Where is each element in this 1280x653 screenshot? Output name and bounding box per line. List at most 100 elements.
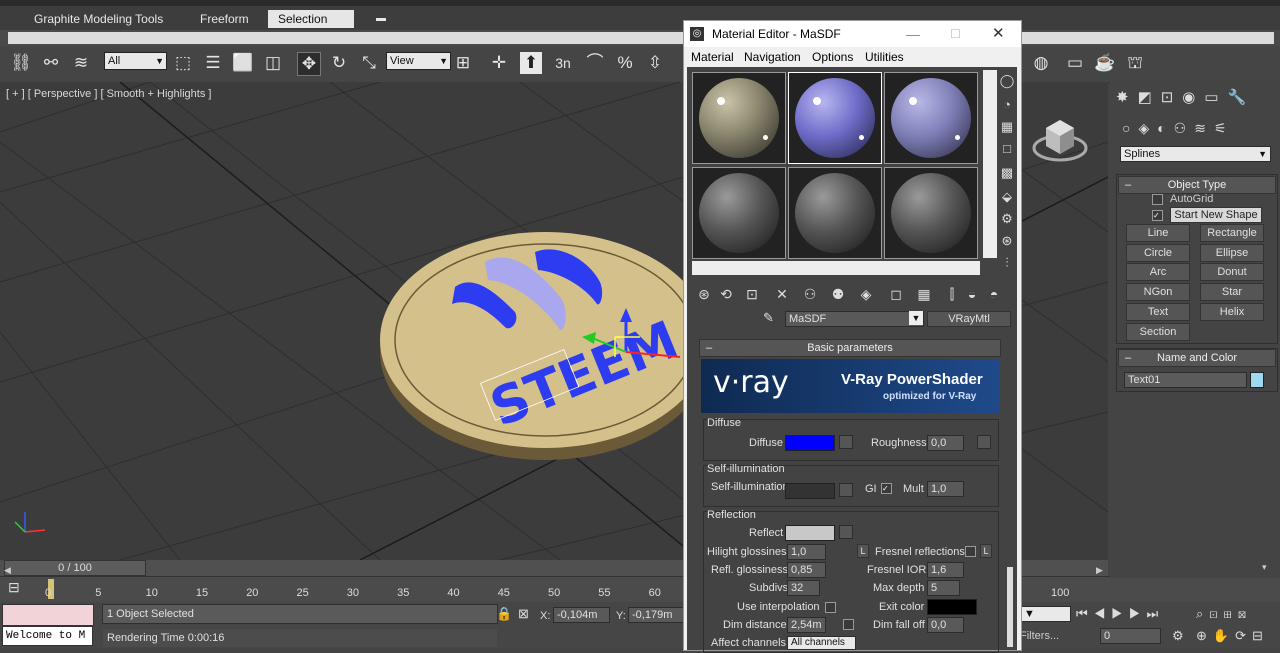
angle-snap-icon[interactable]: ⌒: [584, 52, 606, 74]
select-by-material-icon[interactable]: ⊛: [999, 233, 1015, 249]
select-manipulate-icon[interactable]: ✛: [488, 52, 510, 74]
pick-material-icon[interactable]: ✎: [763, 310, 774, 326]
name-color-rollout-title[interactable]: – Name and Color: [1118, 349, 1276, 367]
shape-button-donut[interactable]: Donut: [1200, 263, 1264, 282]
self-illumination-map-button[interactable]: [839, 483, 853, 497]
material-map-navigator-icon[interactable]: ⫶: [999, 255, 1015, 271]
material-slot-6[interactable]: [884, 167, 978, 259]
subdivs-field[interactable]: 32: [787, 580, 820, 596]
tab-freeform[interactable]: Freeform: [190, 10, 259, 28]
start-new-shape-button[interactable]: Start New Shape: [1170, 207, 1262, 223]
material-slot-5[interactable]: [788, 167, 882, 259]
y-coordinate-field[interactable]: -0,179m: [628, 607, 685, 623]
keyboard-shortcut-override-icon[interactable]: ⬆: [520, 52, 542, 74]
select-by-name-icon[interactable]: ☰: [202, 52, 224, 74]
percent-snap-icon[interactable]: %: [614, 52, 636, 74]
command-panel-tabs[interactable]: ✸◩⊡◉▭🔧: [1116, 88, 1255, 106]
material-name-dropdown-icon[interactable]: ▼: [909, 311, 923, 325]
lock-selection-icon[interactable]: 🔒: [496, 606, 512, 622]
time-slider[interactable]: 0 / 100: [4, 560, 146, 576]
viewport-label[interactable]: [ + ] [ Perspective ] [ Smooth + Highlig…: [6, 88, 211, 100]
max-depth-field[interactable]: 5: [927, 580, 960, 596]
go-to-parent-icon[interactable]: ◒: [963, 285, 981, 303]
shape-button-text[interactable]: Text: [1126, 302, 1190, 321]
menu-utilities[interactable]: Utilities: [865, 47, 904, 67]
put-material-icon[interactable]: ⟲: [717, 285, 735, 303]
shape-button-star[interactable]: Star: [1200, 283, 1264, 302]
shape-button-line[interactable]: Line: [1126, 224, 1190, 242]
dim-falloff-field[interactable]: 0,0: [927, 617, 964, 633]
material-slot-3[interactable]: [884, 72, 978, 164]
unlink-icon[interactable]: ⚯: [40, 52, 62, 74]
material-type-button[interactable]: VRayMtl: [927, 311, 1011, 327]
minimize-icon[interactable]: —: [906, 21, 920, 47]
go-forward-sibling-icon[interactable]: ◓: [985, 285, 1003, 303]
maxscript-listener-box[interactable]: [2, 604, 94, 626]
diffuse-map-button[interactable]: [839, 435, 853, 449]
mult-field[interactable]: 1,0: [927, 481, 964, 497]
rendered-frame-window-icon[interactable]: ▭: [1064, 52, 1086, 74]
track-bar[interactable]: ⊟ 05101520253035404550556065707580859095…: [0, 576, 1280, 603]
key-filters-button[interactable]: Filters...: [1020, 630, 1059, 642]
tab-graphite-modeling-tools[interactable]: Graphite Modeling Tools: [24, 10, 173, 28]
roughness-field[interactable]: 0,0: [927, 435, 964, 451]
material-id-channel-icon[interactable]: ◻: [887, 285, 905, 303]
rectangular-selection-icon[interactable]: ⬜: [232, 52, 254, 74]
diffuse-color-swatch[interactable]: [785, 435, 835, 451]
render-production-icon[interactable]: ☕: [1094, 52, 1116, 74]
viewport-navigation-icons-2[interactable]: ⊕✋⟳⊟: [1196, 628, 1269, 644]
move-icon[interactable]: ✥: [297, 52, 321, 76]
timeline-next-icon[interactable]: ▶: [1096, 565, 1103, 576]
reflect-map-button[interactable]: [839, 525, 853, 539]
snap-toggle-icon[interactable]: 3n: [552, 52, 574, 74]
key-filter-select[interactable]: ▼: [1020, 606, 1071, 622]
selection-filter-select[interactable]: All ▼: [104, 52, 167, 70]
slot-horizontal-scrollbar[interactable]: [692, 261, 980, 275]
bind-space-warp-icon[interactable]: ≋: [70, 52, 92, 74]
reflect-color-swatch[interactable]: [785, 525, 835, 541]
create-category-icons[interactable]: ○◈◐⚇≋⚟: [1122, 120, 1235, 137]
timeline-prev-icon[interactable]: ◀: [4, 565, 11, 576]
close-icon[interactable]: ✕: [992, 21, 1005, 47]
object-type-rollout-title[interactable]: – Object Type: [1118, 176, 1276, 194]
mini-curve-editor-icon[interactable]: ⊟: [8, 579, 30, 599]
shape-button-ellipse[interactable]: Ellipse: [1200, 243, 1264, 262]
reset-map-icon[interactable]: ✕: [773, 285, 791, 303]
menu-options[interactable]: Options: [812, 47, 853, 67]
menu-material[interactable]: Material: [691, 47, 734, 67]
panel-scroll-icon[interactable]: ▾: [1262, 562, 1267, 573]
tab-selection[interactable]: Selection: [268, 10, 354, 28]
make-unique-icon[interactable]: ⚉: [829, 285, 847, 303]
ribbon-toggle-icon[interactable]: ▬: [366, 10, 396, 28]
fresnel-reflections-checkbox[interactable]: [965, 546, 976, 557]
options-icon[interactable]: ⚙: [999, 211, 1015, 227]
backlight-icon[interactable]: ◔: [999, 97, 1015, 113]
hilight-glossiness-field[interactable]: 1,0: [787, 544, 826, 560]
render-iterative-icon[interactable]: ⛫: [1124, 52, 1146, 74]
slot-scrollbar[interactable]: [983, 70, 997, 258]
self-illumination-color-swatch[interactable]: [785, 483, 835, 499]
make-preview-icon[interactable]: ⬙: [999, 189, 1015, 205]
shape-button-circle[interactable]: Circle: [1126, 243, 1190, 262]
video-color-check-icon[interactable]: ▩: [999, 165, 1015, 181]
viewport-navigation-icons[interactable]: ⌕⊡⊞⊠: [1196, 606, 1252, 622]
affect-channels-select[interactable]: All channels: [787, 636, 856, 650]
material-slot-1[interactable]: [692, 72, 786, 164]
menu-navigation[interactable]: Navigation: [744, 47, 801, 67]
material-slot-2-selected[interactable]: [788, 72, 882, 164]
pivot-center-icon[interactable]: ⊞: [452, 52, 474, 74]
reference-coordinate-select[interactable]: View ▼: [386, 52, 451, 70]
material-slot-4[interactable]: [692, 167, 786, 259]
select-link-icon[interactable]: ⛓: [10, 52, 32, 74]
fresnel-ior-field[interactable]: 1,6: [927, 562, 964, 578]
basic-parameters-rollout[interactable]: – Basic parameters: [699, 339, 1001, 357]
get-material-icon[interactable]: ⊛: [695, 285, 713, 303]
x-coordinate-field[interactable]: -0,104m: [553, 607, 610, 623]
shape-button-rectangle[interactable]: Rectangle: [1200, 224, 1264, 242]
put-to-library-icon[interactable]: ◈: [857, 285, 875, 303]
time-config-icon[interactable]: ⚙: [1172, 628, 1184, 644]
spinner-snap-icon[interactable]: ⇳: [644, 52, 666, 74]
render-setup-icon[interactable]: ◍: [1030, 52, 1052, 74]
dim-distance-field[interactable]: 2,54m: [787, 617, 826, 633]
show-end-result-icon[interactable]: ⫿: [943, 285, 961, 303]
